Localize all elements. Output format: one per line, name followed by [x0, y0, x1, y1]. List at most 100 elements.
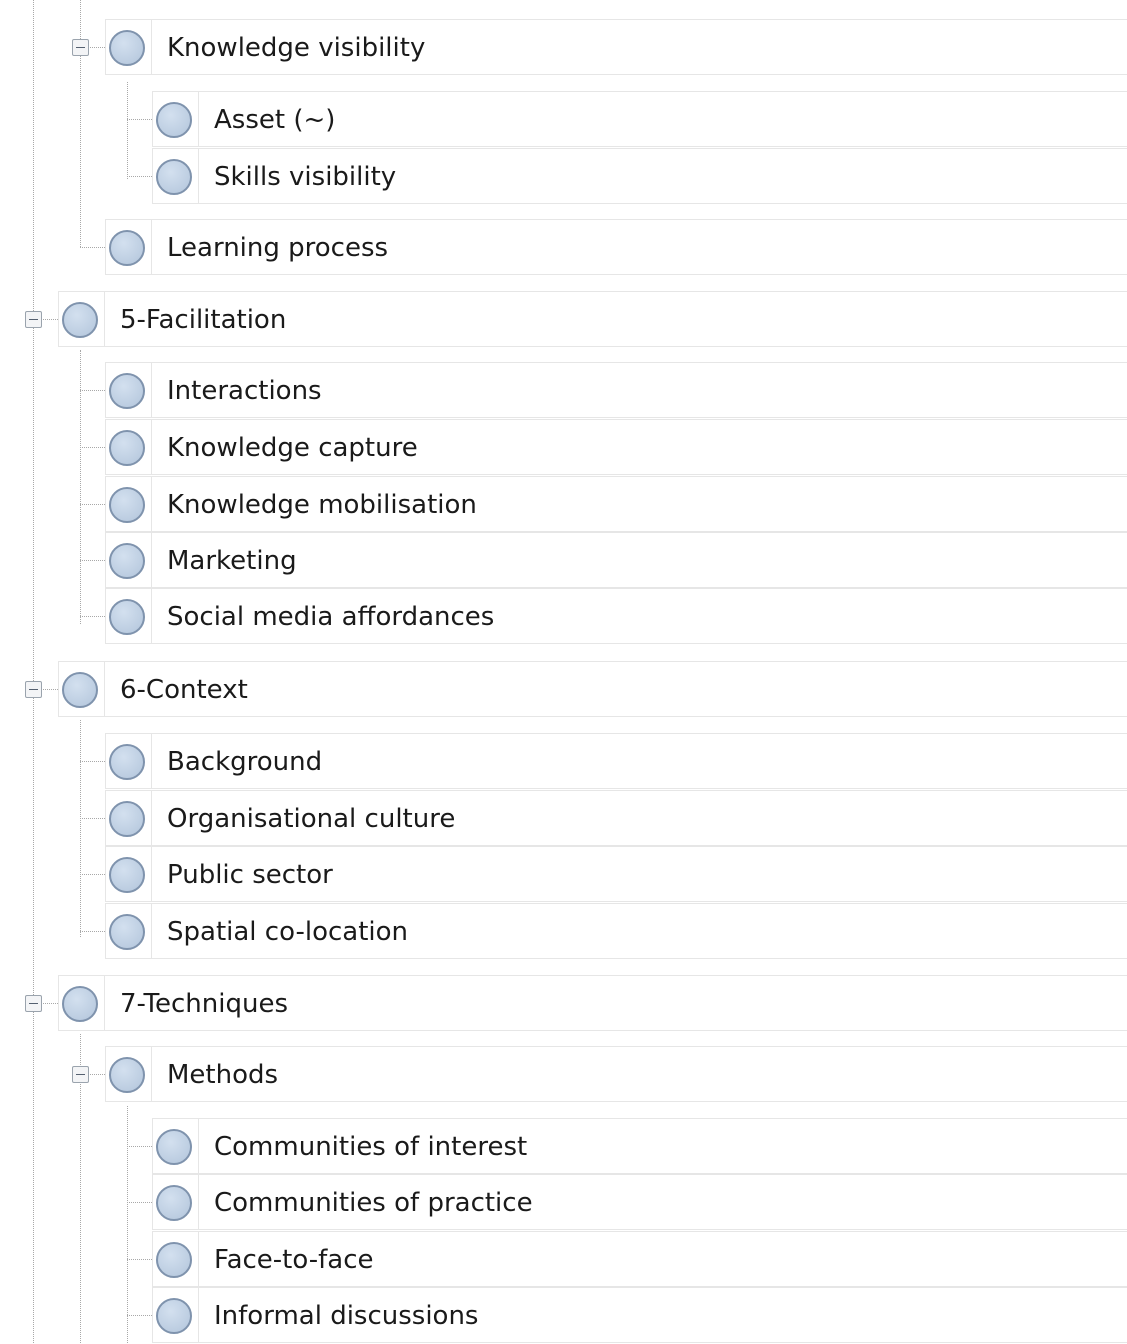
node-circle-icon — [156, 1242, 192, 1278]
node-circle-icon — [62, 986, 98, 1022]
node-circle-icon — [109, 543, 145, 579]
node-label: 6-Context — [120, 675, 248, 705]
node-label: 5-Facilitation — [120, 305, 287, 335]
collapse-toggle-icon[interactable] — [25, 311, 42, 328]
tree-node-face-to-face[interactable]: Face-to-face — [152, 1231, 1127, 1287]
tree-node-communities-of-practice[interactable]: Communities of practice — [152, 1174, 1127, 1230]
tree-node-methods[interactable]: Methods — [105, 1046, 1127, 1102]
node-label: Communities of interest — [214, 1132, 528, 1162]
tree-connector — [80, 761, 105, 762]
tree-node-public-sector[interactable]: Public sector — [105, 846, 1127, 902]
tree-node-interactions[interactable]: Interactions — [105, 362, 1127, 418]
node-circle-icon — [156, 159, 192, 195]
node-icon-cell — [106, 533, 152, 587]
node-tree: Knowledge visibility Asset (~) Skills visi… — [0, 0, 1127, 1343]
node-label: Informal discussions — [214, 1301, 479, 1331]
tree-node-knowledge-capture[interactable]: Knowledge capture — [105, 419, 1127, 475]
node-icon-cell — [106, 1047, 152, 1101]
tree-node-organisational-culture[interactable]: Organisational culture — [105, 790, 1127, 846]
node-label: Marketing — [167, 546, 297, 576]
node-circle-icon — [109, 230, 145, 266]
collapse-toggle-icon[interactable] — [25, 995, 42, 1012]
tree-node-spatial-co-location[interactable]: Spatial co-location — [105, 903, 1127, 959]
tree-node-skills-visibility[interactable]: Skills visibility — [152, 148, 1127, 204]
node-icon-cell — [106, 363, 152, 417]
tree-node-marketing[interactable]: Marketing — [105, 532, 1127, 588]
tree-guide-line — [80, 0, 81, 247]
node-label: Knowledge visibility — [167, 33, 426, 63]
node-icon-cell — [106, 791, 152, 845]
node-label: Interactions — [167, 376, 322, 406]
node-circle-icon — [109, 744, 145, 780]
node-circle-icon — [156, 1298, 192, 1334]
node-label: Learning process — [167, 233, 389, 263]
tree-connector — [127, 1259, 152, 1260]
node-icon-cell — [153, 149, 199, 203]
node-circle-icon — [109, 599, 145, 635]
tree-guide-line — [80, 720, 81, 937]
node-circle-icon — [109, 857, 145, 893]
collapse-toggle-icon[interactable] — [72, 1066, 89, 1083]
node-icon-cell — [106, 589, 152, 643]
node-icon-cell — [106, 734, 152, 788]
node-icon-cell — [153, 92, 199, 146]
tree-node-5-facilitation[interactable]: 5-Facilitation — [58, 291, 1127, 347]
node-icon-cell — [153, 1232, 199, 1286]
node-circle-icon — [109, 914, 145, 950]
node-icon-cell — [106, 477, 152, 531]
node-circle-icon — [62, 672, 98, 708]
node-label: Communities of practice — [214, 1188, 533, 1218]
node-label: Knowledge mobilisation — [167, 490, 477, 520]
node-icon-cell — [153, 1288, 199, 1342]
tree-connector — [80, 616, 105, 617]
tree-node-social-media-affordances[interactable]: Social media affordances — [105, 588, 1127, 644]
node-icon-cell — [106, 847, 152, 901]
tree-connector — [127, 1146, 152, 1147]
node-label: Asset (~) — [214, 105, 336, 135]
tree-connector — [80, 504, 105, 505]
node-label: Background — [167, 747, 323, 777]
node-label: Social media affordances — [167, 602, 495, 632]
tree-guide-line — [127, 82, 128, 179]
node-circle-icon — [156, 1129, 192, 1165]
tree-connector — [127, 1202, 152, 1203]
tree-node-knowledge-visibility[interactable]: Knowledge visibility — [105, 19, 1127, 75]
node-label: Spatial co-location — [167, 917, 409, 947]
node-icon-cell — [153, 1175, 199, 1229]
tree-connector — [80, 390, 105, 391]
tree-connector — [80, 560, 105, 561]
tree-node-communities-of-interest[interactable]: Communities of interest — [152, 1118, 1127, 1174]
node-circle-icon — [156, 102, 192, 138]
tree-node-6-context[interactable]: 6-Context — [58, 661, 1127, 717]
node-circle-icon — [62, 302, 98, 338]
node-circle-icon — [109, 430, 145, 466]
tree-node-7-techniques[interactable]: 7-Techniques — [58, 975, 1127, 1031]
node-icon-cell — [106, 220, 152, 274]
tree-guide-line — [33, 0, 34, 1343]
tree-node-informal-discussions[interactable]: Informal discussions — [152, 1287, 1127, 1343]
node-label: Knowledge capture — [167, 433, 418, 463]
node-label: Face-to-face — [214, 1245, 374, 1275]
tree-node-asset[interactable]: Asset (~) — [152, 91, 1127, 147]
tree-node-knowledge-mobilisation[interactable]: Knowledge mobilisation — [105, 476, 1127, 532]
node-circle-icon — [156, 1185, 192, 1221]
node-icon-cell — [153, 1119, 199, 1173]
tree-node-background[interactable]: Background — [105, 733, 1127, 789]
node-icon-cell — [106, 420, 152, 474]
node-label: Public sector — [167, 860, 333, 890]
tree-connector — [80, 447, 105, 448]
node-icon-cell — [59, 662, 105, 716]
tree-guide-line — [80, 350, 81, 624]
tree-connector — [127, 176, 152, 177]
node-circle-icon — [109, 30, 145, 66]
tree-connector — [80, 874, 105, 875]
node-circle-icon — [109, 487, 145, 523]
node-icon-cell — [59, 976, 105, 1030]
collapse-toggle-icon[interactable] — [25, 681, 42, 698]
tree-connector — [80, 818, 105, 819]
node-label: Skills visibility — [214, 162, 397, 192]
node-icon-cell — [59, 292, 105, 346]
tree-node-learning-process[interactable]: Learning process — [105, 219, 1127, 275]
collapse-toggle-icon[interactable] — [72, 39, 89, 56]
node-label: 7-Techniques — [120, 989, 288, 1019]
